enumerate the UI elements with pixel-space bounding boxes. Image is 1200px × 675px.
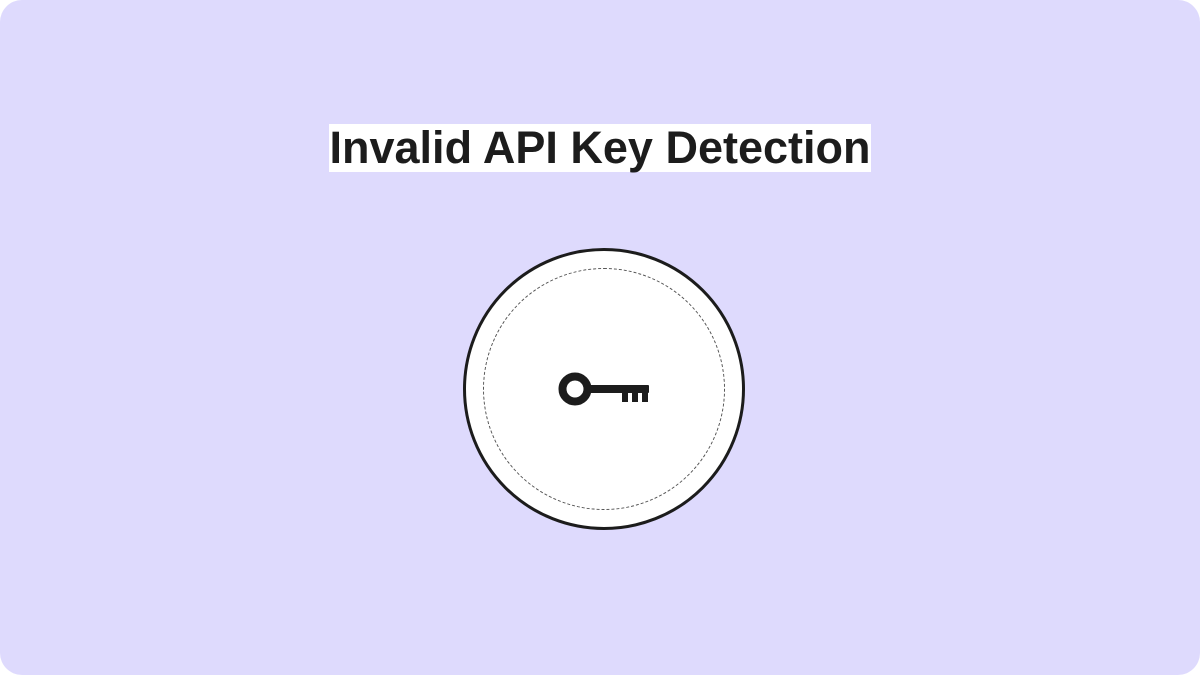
key-icon: [558, 372, 649, 406]
illustration-card: Invalid API Key Detection: [0, 0, 1200, 675]
key-badge: [463, 248, 745, 530]
title-container: Invalid API Key Detection: [0, 124, 1200, 172]
page-title: Invalid API Key Detection: [328, 122, 872, 173]
